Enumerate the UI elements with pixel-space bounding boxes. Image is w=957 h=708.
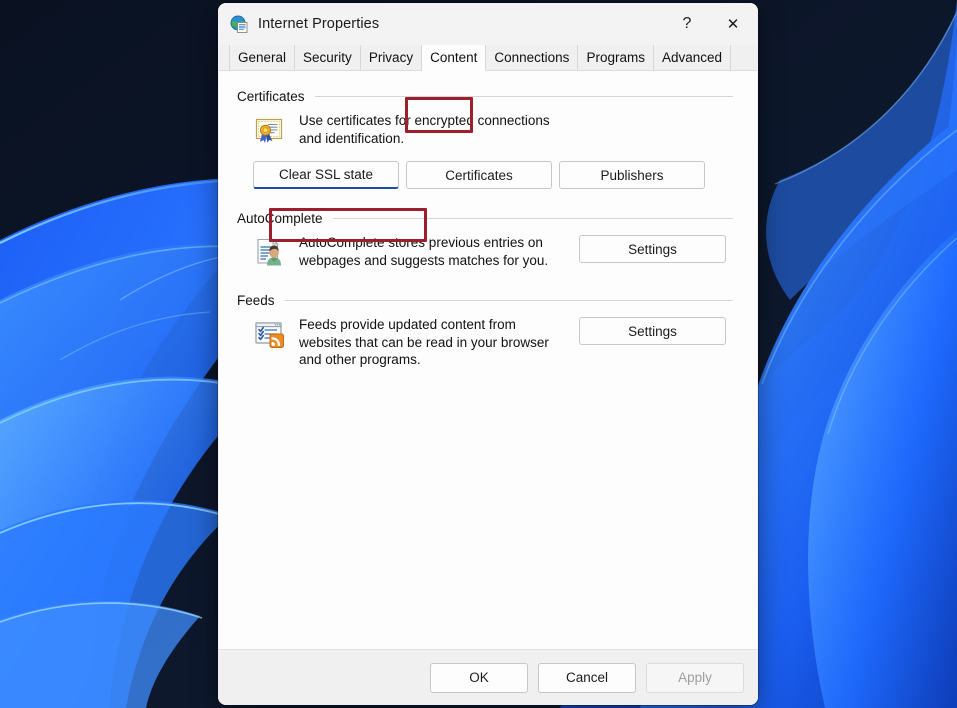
certificates-description: Use certificates for encrypted connectio… [299,113,550,146]
certificates-group-header: Certificates [237,89,733,104]
group-divider [332,218,733,219]
certificates-group: Certificates Use certificates for encryp… [237,89,733,189]
tab-advanced[interactable]: Advanced [653,45,731,70]
content-tab-panel: Certificates Use certificates for encryp… [219,71,757,649]
certificates-button-row: Clear SSL state Certificates Publishers [237,161,733,189]
group-divider [284,300,733,301]
titlebar: Internet Properties ? ✕ [218,3,758,45]
internet-properties-dialog: Internet Properties ? ✕ General Security… [218,3,758,705]
cancel-button[interactable]: Cancel [538,662,636,693]
feeds-group-title: Feeds [237,293,275,308]
autocomplete-group: AutoComplete AutoComplete stores previou… [237,211,733,269]
autocomplete-icon [257,238,281,266]
dialog-body: General Security Privacy Content Connect… [219,45,757,649]
autocomplete-row: AutoComplete stores previous entries on … [237,234,733,269]
autocomplete-description: AutoComplete stores previous entries on … [299,235,549,268]
publishers-button[interactable]: Publishers [559,161,705,189]
tab-programs[interactable]: Programs [578,45,654,70]
certificates-button[interactable]: Certificates [406,161,552,189]
internet-properties-icon [230,15,248,33]
group-divider [314,96,733,97]
tab-general[interactable]: General [229,45,296,70]
certificates-row: Use certificates for encrypted connectio… [237,112,733,147]
feeds-icon [255,322,284,348]
dialog-footer: OK Cancel Apply [218,649,758,705]
feeds-row: Feeds provide updated content from websi… [237,316,733,369]
feeds-description: Feeds provide updated content from websi… [299,317,549,367]
feeds-settings-button[interactable]: Settings [579,317,726,345]
tab-privacy[interactable]: Privacy [360,45,423,70]
autocomplete-group-title: AutoComplete [237,211,323,226]
ok-button[interactable]: OK [430,662,528,693]
tab-strip: General Security Privacy Content Connect… [219,45,757,71]
dialog-title: Internet Properties [258,16,380,32]
help-button[interactable]: ? [664,3,710,45]
apply-button: Apply [646,662,744,693]
tab-connections[interactable]: Connections [486,45,579,70]
tab-content[interactable]: Content [422,45,487,71]
close-button[interactable]: ✕ [710,3,756,45]
autocomplete-settings-button[interactable]: Settings [579,235,726,263]
autocomplete-group-header: AutoComplete [237,211,733,226]
feeds-group-header: Feeds [237,293,733,308]
feeds-group: Feeds Feeds provide updated content from… [237,293,733,369]
clear-ssl-state-button[interactable]: Clear SSL state [253,161,399,189]
certificates-group-title: Certificates [237,89,305,104]
tab-security[interactable]: Security [295,45,361,70]
certificate-icon [255,118,283,143]
